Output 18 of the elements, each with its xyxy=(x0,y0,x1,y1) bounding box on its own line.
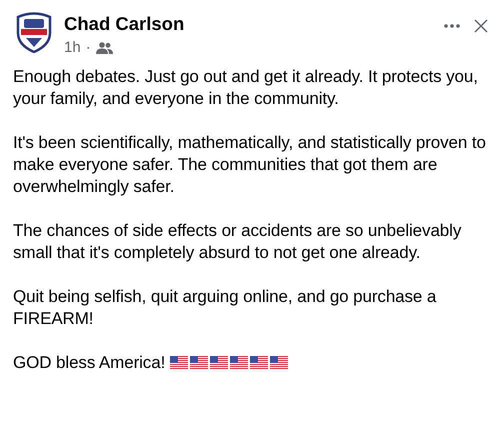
post-time[interactable]: 1h xyxy=(64,39,81,56)
flag-icon xyxy=(270,355,288,371)
flag-icon xyxy=(190,355,208,371)
flag-icon xyxy=(210,355,228,371)
post-paragraph: The chances of side effects or accidents are so unbelievably small that it's completely absurd to not get one already. xyxy=(13,220,462,264)
separator-dot: · xyxy=(86,39,91,56)
friends-icon xyxy=(96,42,113,54)
post-paragraph: It's been scientifically, mathematically, and statistically proven to make everyone safer. The communities that got them are overwhelmingly safer. xyxy=(13,132,487,198)
more-options-icon[interactable] xyxy=(444,24,460,28)
author-name[interactable]: Chad Carlson xyxy=(64,13,444,35)
avatar-icon[interactable] xyxy=(14,11,54,53)
flag-icon xyxy=(250,355,268,371)
post-paragraph: Quit being selfish, quit arguing online, and go purchase a FIREARM! xyxy=(13,286,438,330)
flag-icon xyxy=(230,355,248,371)
post-paragraph: Enough debates. Just go out and get it already. It protects you, your family, and everyone in the community. xyxy=(13,66,479,110)
close-icon[interactable] xyxy=(474,19,488,33)
flag-icon xyxy=(170,355,188,371)
post-paragraph: GOD bless America! xyxy=(13,352,166,374)
